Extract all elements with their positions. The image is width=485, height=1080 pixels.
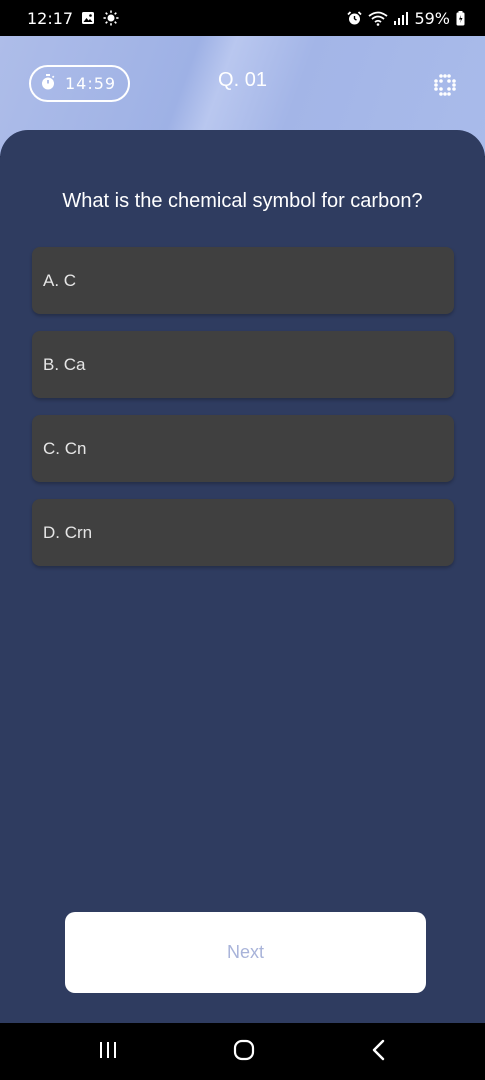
battery-icon <box>456 10 465 26</box>
signal-icon <box>394 11 409 25</box>
recents-icon[interactable] <box>97 1040 119 1064</box>
option-c[interactable]: C. Cn <box>32 415 454 482</box>
option-a[interactable]: A. C <box>32 247 454 314</box>
wifi-icon <box>368 11 388 26</box>
option-label: B. Ca <box>43 354 86 374</box>
brightness-icon <box>103 10 119 26</box>
battery-text: 59% <box>414 8 450 28</box>
option-label: D. Crn <box>43 522 93 542</box>
status-time: 12:17 <box>27 8 74 28</box>
status-right: 59% <box>347 9 465 28</box>
home-icon[interactable] <box>232 1038 256 1066</box>
grid-dots-icon[interactable] <box>433 73 457 97</box>
alarm-icon <box>347 10 363 26</box>
option-d[interactable]: D. Crn <box>32 499 454 566</box>
next-button[interactable]: Next <box>65 912 426 993</box>
status-left: 12:17 <box>27 9 119 28</box>
option-label: C. Cn <box>43 438 87 458</box>
option-b[interactable]: B. Ca <box>32 331 454 398</box>
status-bar: 12:17 59% <box>0 0 485 36</box>
question-number: Q. 01 <box>218 69 267 91</box>
back-icon[interactable] <box>369 1038 389 1066</box>
image-icon <box>81 11 95 25</box>
option-label: A. C <box>43 270 77 290</box>
system-nav-bar <box>0 1023 485 1080</box>
question-text: What is the chemical symbol for carbon? <box>62 190 423 212</box>
quiz-panel: What is the chemical symbol for carbon? … <box>0 130 485 1023</box>
